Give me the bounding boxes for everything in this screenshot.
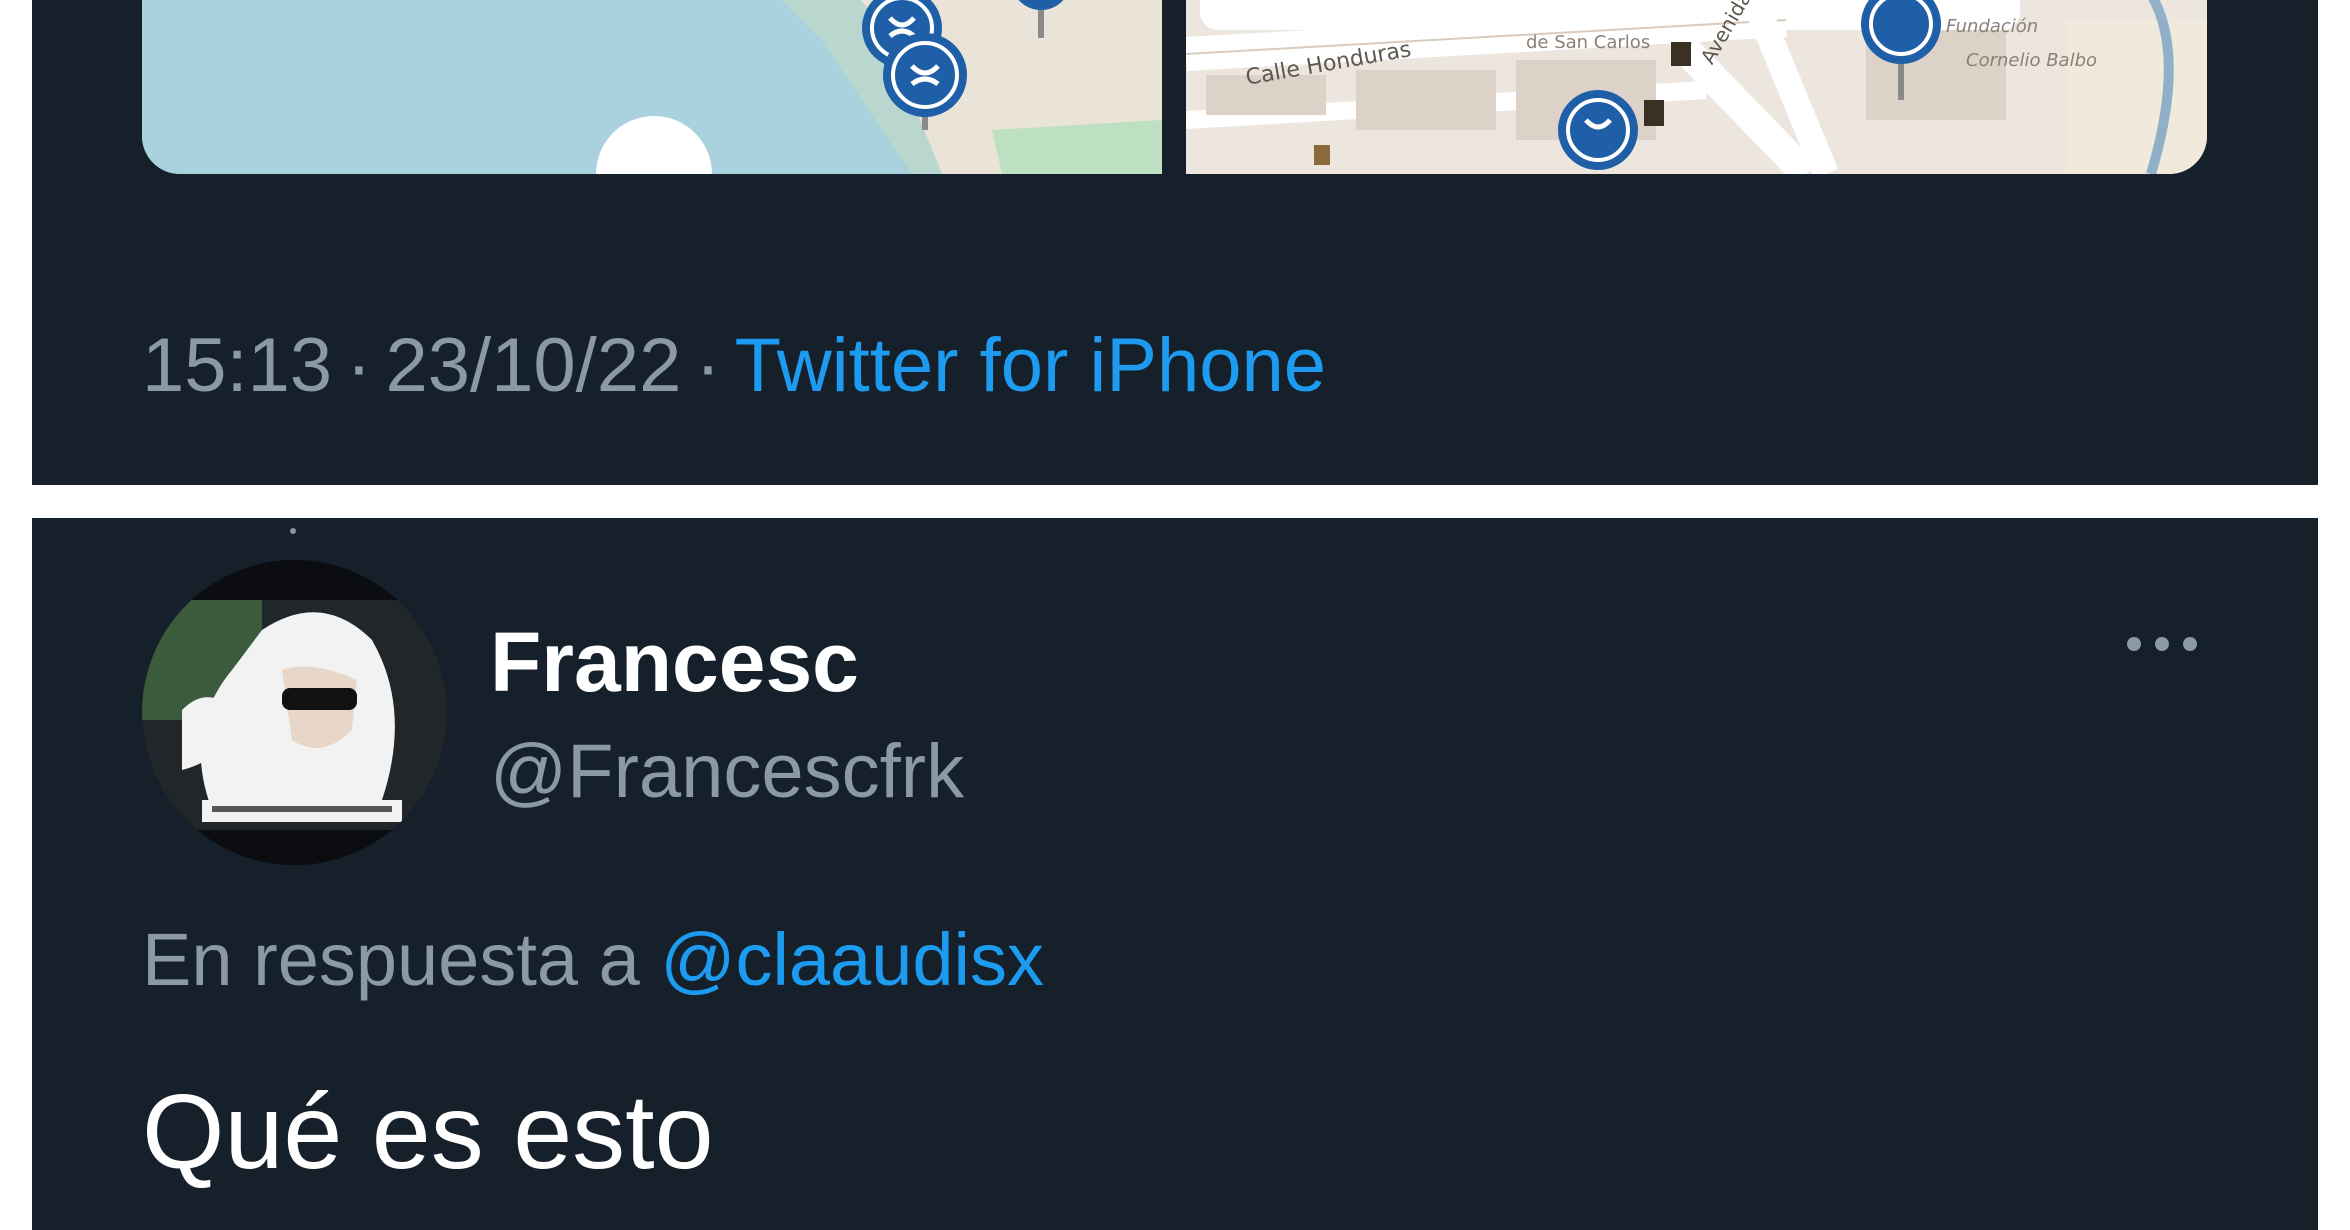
- tweet-text: Qué es esto: [142, 1073, 714, 1191]
- tweet-card-top: Calle Honduras Avenida de San Carlos Fun…: [32, 0, 2318, 485]
- decorative-dot: [290, 528, 296, 534]
- map-label-area: de San Carlos: [1526, 32, 1651, 53]
- display-name[interactable]: Francesc: [490, 614, 859, 710]
- reply-context: En respuesta a @claaudisx: [142, 916, 1044, 1004]
- map-image-left[interactable]: [142, 0, 1162, 174]
- tweet-media[interactable]: Calle Honduras Avenida de San Carlos Fun…: [142, 0, 2207, 174]
- more-options-icon[interactable]: [2112, 614, 2212, 674]
- tweet-meta: 15:13 · 23/10/22 · Twitter for iPhone: [142, 322, 1326, 410]
- avatar-image: [142, 560, 447, 865]
- map-label-area: Fundación: [1946, 16, 2039, 37]
- avatar[interactable]: [142, 560, 447, 865]
- map-pin-icon[interactable]: [1558, 90, 1638, 170]
- map-image-right[interactable]: Calle Honduras Avenida de San Carlos Fun…: [1186, 0, 2207, 174]
- user-handle[interactable]: @Francescfrk: [490, 728, 964, 816]
- tweet-time: 15:13: [142, 323, 333, 408]
- tweet-card-reply[interactable]: Francesc @Francescfrk En respuesta a @cl…: [32, 518, 2318, 1230]
- meta-separator: ·: [695, 323, 721, 408]
- reply-mention-link[interactable]: @claaudisx: [660, 918, 1044, 1001]
- map-label-area: Cornelio Balbo: [1966, 50, 2098, 71]
- reply-prefix: En respuesta a: [142, 918, 640, 1001]
- tweet-date[interactable]: 23/10/22: [386, 323, 682, 408]
- meta-separator: ·: [346, 323, 372, 408]
- tweet-source-link[interactable]: Twitter for iPhone: [735, 323, 1326, 408]
